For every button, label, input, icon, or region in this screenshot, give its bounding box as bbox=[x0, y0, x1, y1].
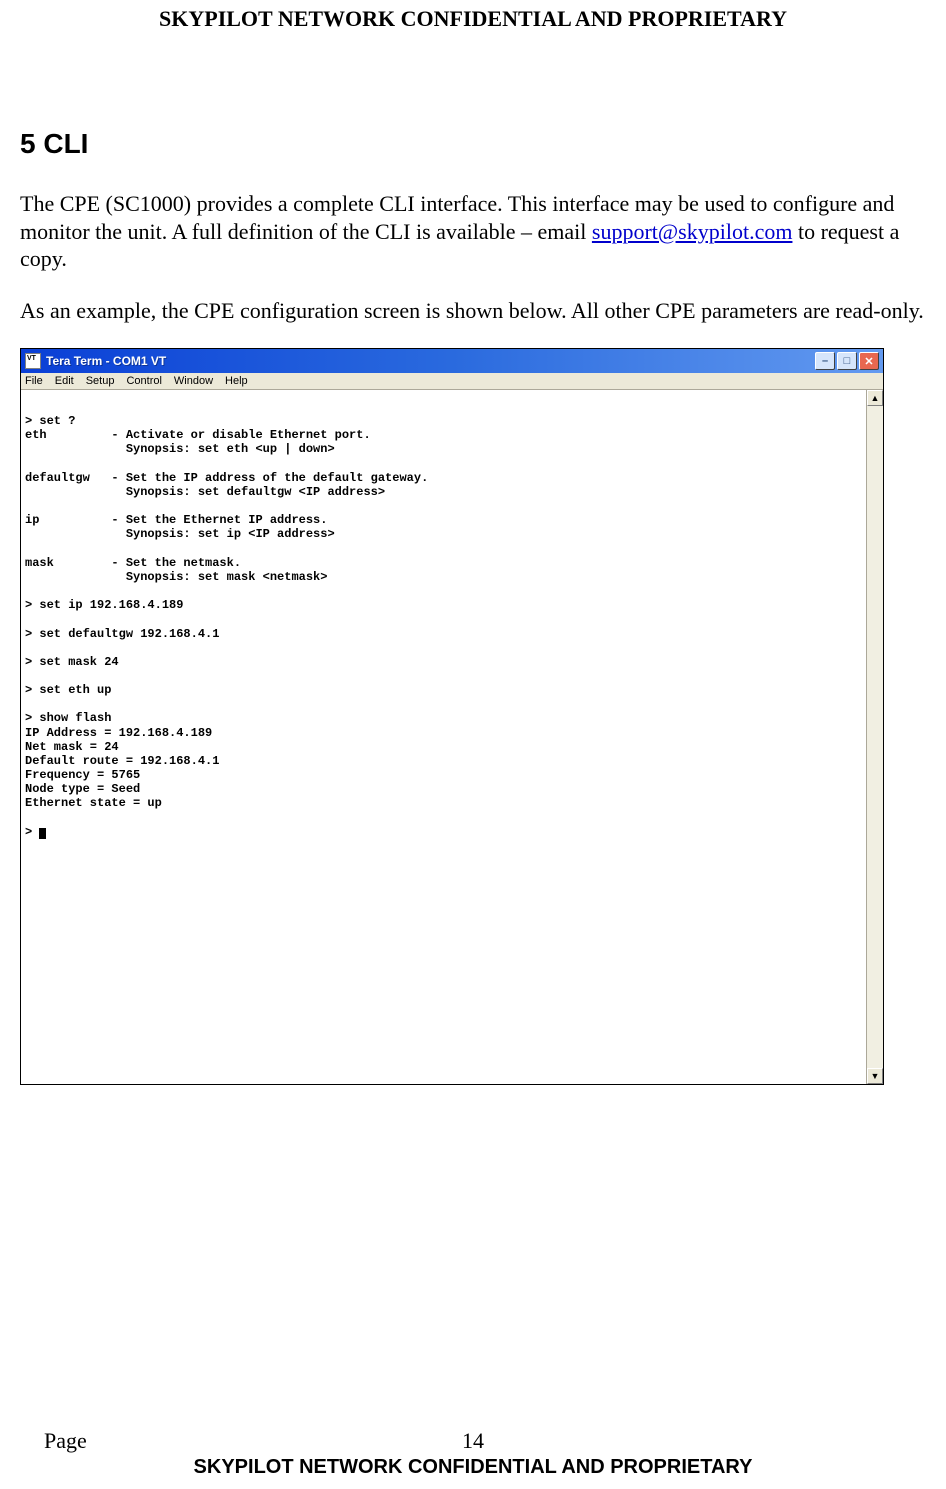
scroll-down-button[interactable]: ▼ bbox=[867, 1068, 883, 1084]
scrollbar-track[interactable] bbox=[867, 406, 883, 1068]
menu-help[interactable]: Help bbox=[225, 375, 248, 387]
scroll-up-button[interactable]: ▲ bbox=[867, 390, 883, 406]
paragraph-2: As an example, the CPE configuration scr… bbox=[20, 297, 926, 325]
menubar: File Edit Setup Control Window Help bbox=[21, 373, 883, 390]
menu-window[interactable]: Window bbox=[174, 375, 213, 387]
chevron-down-icon: ▼ bbox=[871, 1071, 880, 1081]
page-label: Page bbox=[44, 1428, 87, 1454]
terminal-text: > set ? eth - Activate or disable Ethern… bbox=[25, 414, 428, 839]
minimize-icon: – bbox=[822, 355, 828, 367]
confidential-footer: SKYPILOT NETWORK CONFIDENTIAL AND PROPRI… bbox=[0, 1456, 946, 1479]
section-heading: 5 CLI bbox=[20, 128, 926, 160]
menu-control[interactable]: Control bbox=[126, 375, 161, 387]
minimize-button[interactable]: – bbox=[815, 352, 835, 370]
confidential-header: SKYPILOT NETWORK CONFIDENTIAL AND PROPRI… bbox=[20, 0, 926, 32]
support-email-link[interactable]: support@skypilot.com bbox=[592, 219, 793, 244]
close-button[interactable]: ✕ bbox=[859, 352, 879, 370]
vertical-scrollbar[interactable]: ▲ ▼ bbox=[866, 390, 883, 1084]
maximize-button[interactable]: □ bbox=[837, 352, 857, 370]
titlebar[interactable]: Tera Term - COM1 VT – □ ✕ bbox=[21, 349, 883, 373]
cursor-icon bbox=[39, 828, 46, 839]
page-footer: Page 14 SKYPILOT NETWORK CONFIDENTIAL AN… bbox=[0, 1428, 946, 1479]
page-number: 14 bbox=[0, 1428, 946, 1454]
document-page: SKYPILOT NETWORK CONFIDENTIAL AND PROPRI… bbox=[0, 0, 946, 1489]
teraterm-window: Tera Term - COM1 VT – □ ✕ File Edit Setu… bbox=[20, 348, 884, 1085]
menu-setup[interactable]: Setup bbox=[86, 375, 115, 387]
menu-file[interactable]: File bbox=[25, 375, 43, 387]
maximize-icon: □ bbox=[844, 355, 851, 367]
paragraph-1: The CPE (SC1000) provides a complete CLI… bbox=[20, 190, 926, 273]
window-buttons: – □ ✕ bbox=[815, 352, 879, 370]
chevron-up-icon: ▲ bbox=[871, 393, 880, 403]
terminal-output[interactable]: > set ? eth - Activate or disable Ethern… bbox=[21, 390, 866, 1084]
close-icon: ✕ bbox=[864, 355, 873, 368]
client-area: > set ? eth - Activate or disable Ethern… bbox=[21, 390, 883, 1084]
menu-edit[interactable]: Edit bbox=[55, 375, 74, 387]
window-title: Tera Term - COM1 VT bbox=[46, 354, 815, 368]
app-icon bbox=[25, 353, 41, 369]
